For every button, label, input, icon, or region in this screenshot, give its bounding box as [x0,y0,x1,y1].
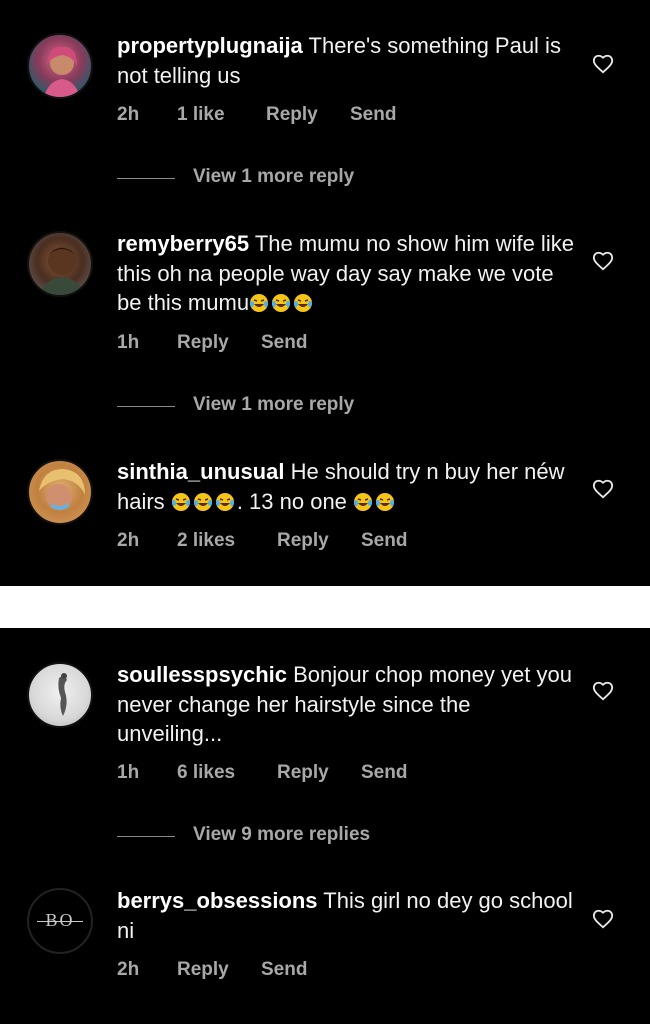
user-avatar[interactable] [27,662,93,728]
send-button[interactable]: Send [261,959,307,981]
comment-time: 2h [117,959,140,980]
like-count[interactable]: 2 likes [177,530,235,552]
view-more-label[interactable]: View 1 more reply [193,166,354,188]
laughing-tears-emoji [250,294,269,312]
send-button[interactable]: Send [350,104,396,126]
reply-button[interactable]: Reply [177,959,229,981]
comment-body: berrys_obsessions This girl no dey go sc… [117,886,577,945]
comment-time: 1h [117,332,140,353]
laughing-tears-emoji [354,492,373,511]
view-more-label[interactable]: View 1 more reply [193,394,354,416]
laughing-tears-emoji [376,492,395,511]
user-avatar[interactable] [27,231,93,297]
comment-text-part: . 13 no one [236,488,347,514]
comment-body: propertyplugnaija There's something Paul… [117,31,577,90]
comment-username[interactable]: sinthia_unusual [117,459,284,484]
view-more-line [117,178,175,179]
avatar-image [39,469,85,510]
user-avatar[interactable] [27,459,93,525]
comment-username[interactable]: propertyplugnaija [117,33,303,58]
emoji-group [353,489,397,514]
laughing-tears-emoji [171,492,190,511]
comment-username[interactable]: soullesspsychic [117,662,287,687]
avatar-image [58,673,67,716]
comment-body: soullesspsychic Bonjour chop money yet y… [117,660,577,749]
reply-button[interactable]: Reply [277,762,329,784]
reply-button[interactable]: Reply [177,332,229,354]
laughing-tears-emoji [294,294,313,312]
emoji-group [249,290,315,315]
comment-time: 2h [117,104,140,125]
comment-time: 2h [117,530,140,551]
view-more-label[interactable]: View 9 more replies [193,824,370,846]
user-avatar[interactable] [27,33,93,99]
comments-panel-bottom: soullesspsychic Bonjour chop money yet y… [0,628,650,1024]
avatar-image [43,46,81,97]
comment-username[interactable]: berrys_obsessions [117,888,318,913]
laughing-tears-emoji [272,294,291,312]
heart-outline-icon[interactable] [592,53,614,75]
comment-time: 1h [117,762,140,783]
send-button[interactable]: Send [261,332,307,354]
reply-button[interactable]: Reply [266,104,318,126]
reply-button[interactable]: Reply [277,530,329,552]
comment-body: sinthia_unusual He should try n buy her … [117,457,577,516]
heart-outline-icon[interactable] [592,250,614,272]
comments-panel-top: propertyplugnaija There's something Paul… [0,0,650,586]
like-count[interactable]: 1 like [177,104,225,126]
heart-outline-icon[interactable] [592,908,614,930]
laughing-tears-emoji [193,492,212,511]
heart-outline-icon[interactable] [592,478,614,500]
user-avatar[interactable]: BO [27,888,93,954]
heart-outline-icon[interactable] [592,680,614,702]
comment-body: remyberry65 The mumu no show him wife li… [117,229,577,318]
comment-username[interactable]: remyberry65 [117,231,249,256]
emoji-group [171,489,237,514]
avatar-image [40,247,84,295]
view-more-line [117,836,175,837]
send-button[interactable]: Send [361,762,407,784]
send-button[interactable]: Send [361,530,407,552]
monogram-line [37,921,83,922]
view-more-line [117,406,175,407]
laughing-tears-emoji [215,492,234,511]
like-count[interactable]: 6 likes [177,762,235,784]
